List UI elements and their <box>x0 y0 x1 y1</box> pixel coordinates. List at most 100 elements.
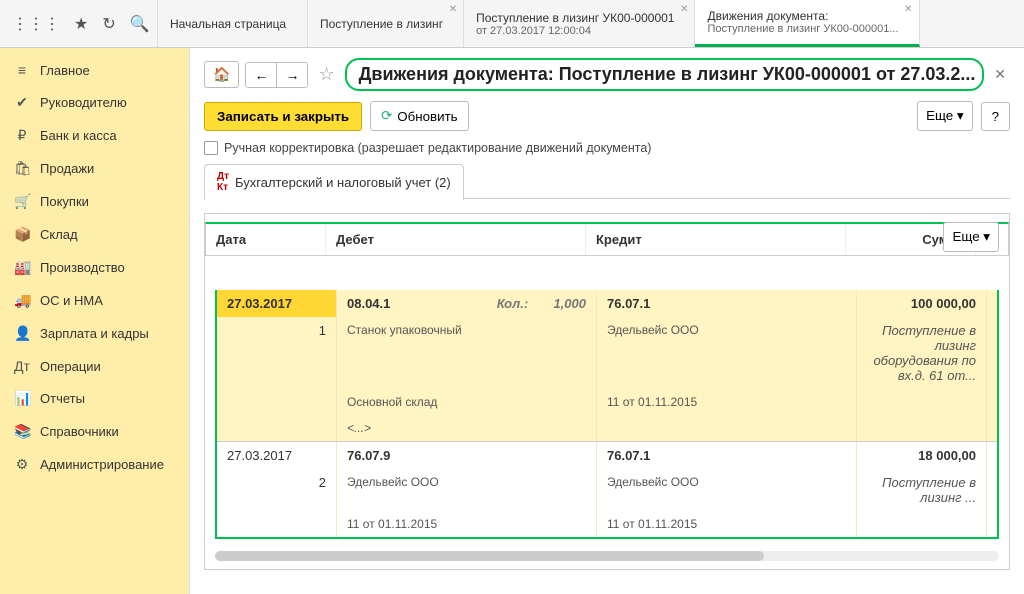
cell-date: 27.03.2017 <box>217 442 337 469</box>
sidebar-item-assets[interactable]: 🚚ОС и НМА <box>0 284 189 317</box>
forward-button[interactable]: → <box>277 63 307 87</box>
cell-sum: 18 000,00 <box>857 442 987 469</box>
table-row[interactable]: 1 Станок упаковочный Эдельвейс ООО Посту… <box>217 317 997 389</box>
factory-icon: 🏭 <box>14 259 30 276</box>
chart-icon: ✔ <box>14 94 30 111</box>
table-row[interactable]: <...> <box>217 415 997 441</box>
horizontal-scrollbar[interactable] <box>215 551 999 561</box>
sidebar-item-purchases[interactable]: 🛒Покупки <box>0 185 189 218</box>
box-icon: 📦 <box>14 226 30 243</box>
grid-body: 27.03.2017 08.04.1 Кол.: 1,000 76.07.1 1… <box>215 290 999 539</box>
table-container: Еще ▾ Дата Дебет Кредит Сумма 27.03.2017… <box>204 213 1010 570</box>
cell-credit-sub2: 11 от 01.11.2015 <box>597 389 857 415</box>
table-row[interactable]: 2 Эдельвейс ООО Эдельвейс ООО Поступлени… <box>217 469 997 511</box>
sidebar-item-salary[interactable]: 👤Зарплата и кадры <box>0 317 189 350</box>
sidebar-item-production[interactable]: 🏭Производство <box>0 251 189 284</box>
header-row: 🏠 ← → ☆ Движения документа: Поступление … <box>204 58 1010 91</box>
gear-icon: ⚙ <box>14 456 30 473</box>
cell-desc: Поступление в лизинг оборудования по вх.… <box>857 317 987 389</box>
cell-desc: Поступление в лизинг ... <box>857 469 987 511</box>
nav-group: ← → <box>245 62 308 88</box>
cell-credit-sub1: Эдельвейс ООО <box>597 469 857 511</box>
main-area: ≡Главное ✔Руководителю ₽Банк и касса 🛍Пр… <box>0 48 1024 594</box>
tab-accounting[interactable]: ДтКт Бухгалтерский и налоговый учет (2) <box>204 164 464 200</box>
cell-debit-sub2: Основной склад <box>337 389 597 415</box>
table-row[interactable]: Основной склад 11 от 01.11.2015 <box>217 389 997 415</box>
cell-credit-acc: 76.07.1 <box>597 442 857 469</box>
sidebar: ≡Главное ✔Руководителю ₽Банк и касса 🛍Пр… <box>0 48 190 594</box>
manual-edit-label: Ручная корректировка (разрешает редактир… <box>224 141 651 155</box>
truck-icon: 🚚 <box>14 292 30 309</box>
cell-date: 27.03.2017 <box>217 290 337 317</box>
close-page-icon[interactable]: ✕ <box>990 66 1010 83</box>
cell-debit-sub1: Станок упаковочный <box>337 317 597 389</box>
tab-movements[interactable]: Движения документа: Поступление в лизинг… <box>695 0 919 47</box>
home-button[interactable]: 🏠 <box>204 61 239 88</box>
sidebar-item-main[interactable]: ≡Главное <box>0 54 189 86</box>
cell-num: 1 <box>217 317 337 389</box>
person-icon: 👤 <box>14 325 30 342</box>
table-row[interactable]: 11 от 01.11.2015 11 от 01.11.2015 <box>217 511 997 537</box>
toolbar: Записать и закрыть ⟳Обновить Еще ▾ ? <box>204 101 1010 131</box>
sidebar-item-warehouse[interactable]: 📦Склад <box>0 218 189 251</box>
apps-icon[interactable]: ⋮⋮⋮ <box>12 14 60 34</box>
history-icon[interactable]: ↻ <box>102 14 115 34</box>
table-row[interactable]: 27.03.2017 08.04.1 Кол.: 1,000 76.07.1 1… <box>217 290 997 317</box>
tab-home[interactable]: Начальная страница <box>158 0 308 47</box>
close-icon[interactable]: ✕ <box>904 4 912 15</box>
cart-icon: 🛒 <box>14 193 30 210</box>
cell-sum: 100 000,00 <box>857 290 987 317</box>
content: 🏠 ← → ☆ Движения документа: Поступление … <box>190 48 1024 594</box>
search-icon[interactable]: 🔍 <box>130 14 150 34</box>
tab-leasing-doc[interactable]: Поступление в лизинг УК00-000001 от 27.0… <box>464 0 695 47</box>
cell-debit-acc: 08.04.1 Кол.: 1,000 <box>337 290 597 317</box>
refresh-button[interactable]: ⟳Обновить <box>370 101 469 131</box>
menu-icon: ≡ <box>14 62 30 78</box>
dtkt-icon: Дт <box>14 358 30 374</box>
sidebar-item-bank[interactable]: ₽Банк и касса <box>0 119 189 152</box>
cell-debit-acc: 76.07.9 <box>337 442 597 469</box>
col-debit: Дебет <box>326 224 586 255</box>
top-quick-icons: ⋮⋮⋮ ★ ↻ 🔍 <box>0 0 158 47</box>
back-button[interactable]: ← <box>246 63 277 87</box>
cell-credit-sub1: Эдельвейс ООО <box>597 317 857 389</box>
page-title: Движения документа: Поступление в лизинг… <box>345 58 985 91</box>
cell-debit-sub1: Эдельвейс ООО <box>337 469 597 511</box>
cell-credit-sub2: 11 от 01.11.2015 <box>597 511 857 537</box>
subtabs: ДтКт Бухгалтерский и налоговый учет (2) <box>204 163 1010 199</box>
scrollbar-thumb[interactable] <box>215 551 764 561</box>
sidebar-item-sales[interactable]: 🛍Продажи <box>0 152 189 185</box>
ruble-icon: ₽ <box>14 127 30 144</box>
manual-edit-row: Ручная корректировка (разрешает редактир… <box>204 141 1010 155</box>
report-icon: 📊 <box>14 390 30 407</box>
cell-debit-sub3: <...> <box>337 415 597 441</box>
star-icon[interactable]: ★ <box>74 14 88 34</box>
bag-icon: 🛍 <box>14 160 30 177</box>
more-button[interactable]: Еще ▾ <box>917 101 973 131</box>
books-icon: 📚 <box>14 423 30 440</box>
help-button[interactable]: ? <box>981 102 1010 131</box>
sidebar-item-manager[interactable]: ✔Руководителю <box>0 86 189 119</box>
favorite-icon[interactable]: ☆ <box>318 64 334 85</box>
tab-leasing[interactable]: Поступление в лизинг ✕ <box>308 0 464 47</box>
sidebar-item-operations[interactable]: ДтОперации <box>0 350 189 382</box>
refresh-icon: ⟳ <box>381 108 392 124</box>
close-icon[interactable]: ✕ <box>680 4 688 15</box>
grid-header: Дата Дебет Кредит Сумма <box>205 222 1009 256</box>
sidebar-item-catalogs[interactable]: 📚Справочники <box>0 415 189 448</box>
cell-debit-sub2: 11 от 01.11.2015 <box>337 511 597 537</box>
cell-credit-acc: 76.07.1 <box>597 290 857 317</box>
table-row[interactable]: 27.03.2017 76.07.9 76.07.1 18 000,00 <box>217 441 997 469</box>
sidebar-item-reports[interactable]: 📊Отчеты <box>0 382 189 415</box>
dtkt-icon: ДтКт <box>217 171 229 193</box>
sidebar-item-admin[interactable]: ⚙Администрирование <box>0 448 189 481</box>
close-icon[interactable]: ✕ <box>449 4 457 15</box>
top-bar: ⋮⋮⋮ ★ ↻ 🔍 Начальная страница Поступление… <box>0 0 1024 48</box>
col-credit: Кредит <box>586 224 846 255</box>
manual-edit-checkbox[interactable] <box>204 141 218 155</box>
table-more-button[interactable]: Еще ▾ <box>943 222 999 252</box>
cell-num: 2 <box>217 469 337 511</box>
save-close-button[interactable]: Записать и закрыть <box>204 102 362 131</box>
col-date: Дата <box>206 224 326 255</box>
window-tabs: Начальная страница Поступление в лизинг … <box>158 0 1024 47</box>
